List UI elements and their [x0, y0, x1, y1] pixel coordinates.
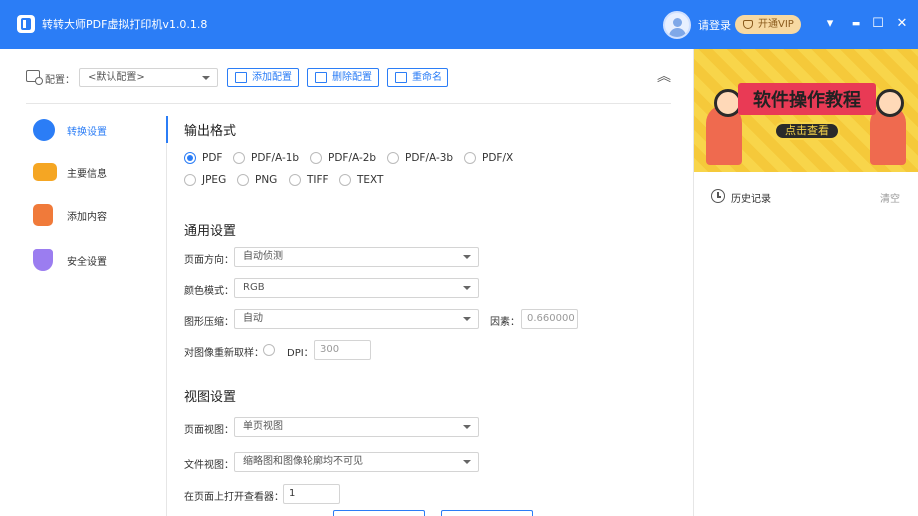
page-direction-label: 页面方向： [184, 255, 234, 266]
config-select-value: <默认配置> [88, 72, 145, 83]
minimize-icon[interactable]: ▬ [848, 15, 864, 33]
nav-divider [166, 116, 167, 516]
bottom-button-right[interactable] [441, 510, 533, 516]
user-avatar-icon[interactable] [663, 11, 691, 39]
folder-delete-icon [315, 72, 327, 83]
open-page-label: 在页面上打开查看器： [184, 492, 284, 503]
page-view-select[interactable]: 单页视图 [234, 417, 479, 437]
add-config-button[interactable]: 添加配置 [227, 68, 299, 87]
banner-title: 软件操作教程 [753, 90, 861, 111]
login-link[interactable]: 请登录 [698, 17, 731, 33]
factor-label: 因素： [490, 317, 520, 328]
resample-label: 对图像重新取样： [184, 348, 264, 359]
nav-item-label: 安全设置 [67, 257, 107, 268]
compression-label: 图形压缩： [184, 317, 234, 328]
radio-jpeg[interactable]: JPEG [184, 173, 229, 187]
doc-view-label: 文件视图： [184, 460, 234, 471]
title-bar: 转转大师PDF虚拟打印机v1.0.1.8 请登录 开通VIP ▾ ▬ ☐ ✕ [0, 0, 918, 49]
clear-history-button[interactable]: 清空 [880, 190, 900, 205]
nav-item-label: 主要信息 [67, 169, 107, 180]
bottom-button-left[interactable] [333, 510, 425, 516]
tutorial-banner[interactable]: 软件操作教程 点击查看 [694, 49, 918, 172]
compression-value: 自动 [243, 313, 263, 324]
radio-pdf[interactable]: PDF [184, 151, 226, 165]
chevron-down-icon [202, 76, 210, 80]
history-label: 历史记录 [731, 194, 771, 205]
factor-input[interactable]: 0.660000 [521, 309, 578, 329]
open-page-input[interactable]: 1 [283, 484, 340, 504]
doc-view-value: 缩略图和图像轮廓均不可见 [243, 456, 363, 467]
page-direction-select[interactable]: 自动侦测 [234, 247, 479, 267]
output-format-title: 输出格式 [184, 124, 237, 139]
color-mode-label: 颜色模式： [184, 286, 234, 297]
doc-view-select[interactable]: 缩略图和图像轮廓均不可见 [234, 452, 479, 472]
app-title: 转转大师PDF虚拟打印机v1.0.1.8 [42, 18, 208, 31]
menu-icon[interactable]: ▾ [822, 15, 838, 33]
banner-cta-button[interactable]: 点击查看 [774, 122, 840, 140]
chevron-down-icon [463, 317, 471, 321]
delete-config-label: 删除配置 [332, 72, 372, 83]
convert-icon [33, 119, 55, 141]
history-clock-icon [711, 189, 725, 203]
maximize-icon[interactable]: ☐ [870, 15, 886, 33]
color-mode-select[interactable]: RGB [234, 278, 479, 298]
close-icon[interactable]: ✕ [894, 15, 910, 33]
nav-item-label: 添加内容 [67, 212, 107, 223]
radio-pdf-a-1b[interactable]: PDF/A-1b [233, 151, 303, 165]
edit-icon [395, 72, 407, 83]
shield-icon [33, 249, 53, 271]
config-select[interactable]: <默认配置> [79, 68, 218, 87]
chevron-down-icon [463, 286, 471, 290]
view-settings-title: 视图设置 [184, 390, 237, 405]
resample-checkbox[interactable] [263, 344, 275, 356]
chevron-down-icon [463, 460, 471, 464]
character-right-illustration [870, 89, 906, 165]
vip-button[interactable]: 开通VIP [735, 15, 801, 34]
nav-active-indicator [166, 116, 168, 143]
page-view-label: 页面视图： [184, 425, 234, 436]
vip-button-label: 开通VIP [758, 19, 794, 30]
add-config-label: 添加配置 [252, 72, 292, 83]
compression-select[interactable]: 自动 [234, 309, 479, 329]
config-label: 配置： [45, 75, 75, 86]
nav-item-main-info[interactable]: 主要信息 [30, 159, 150, 185]
radio-text[interactable]: TEXT [339, 173, 389, 187]
rename-button[interactable]: 重命名 [387, 68, 448, 87]
page-direction-value: 自动侦测 [243, 251, 283, 262]
config-icon [26, 70, 43, 85]
delete-config-button[interactable]: 删除配置 [307, 68, 379, 87]
app-logo-icon [17, 15, 35, 33]
radio-tiff[interactable]: TIFF [289, 173, 334, 187]
page-view-value: 单页视图 [243, 421, 283, 432]
nav-item-label: 转换设置 [67, 127, 107, 138]
nav-item-add-content[interactable]: 添加内容 [30, 202, 150, 228]
dpi-label: DPI： [287, 348, 314, 359]
nav-item-convert-settings[interactable]: 转换设置 [30, 117, 150, 143]
folder-icon [33, 163, 57, 181]
diamond-icon [743, 20, 753, 29]
chevron-down-icon [463, 255, 471, 259]
add-doc-icon [33, 204, 53, 226]
radio-pdf-a-3b[interactable]: PDF/A-3b [387, 151, 457, 165]
color-mode-value: RGB [243, 282, 265, 293]
general-settings-title: 通用设置 [184, 224, 237, 239]
radio-png[interactable]: PNG [237, 173, 282, 187]
radio-pdf-x[interactable]: PDF/X [464, 151, 519, 165]
radio-pdf-a-2b[interactable]: PDF/A-2b [310, 151, 380, 165]
nav-item-security[interactable]: 安全设置 [30, 247, 150, 273]
character-left-illustration [706, 89, 742, 165]
dpi-input[interactable]: 300 [314, 340, 371, 360]
folder-add-icon [235, 72, 247, 83]
chevron-down-icon [463, 425, 471, 429]
toolbar-divider [26, 103, 671, 104]
rename-label: 重命名 [412, 72, 442, 83]
collapse-icon[interactable]: ︽ [655, 69, 673, 85]
